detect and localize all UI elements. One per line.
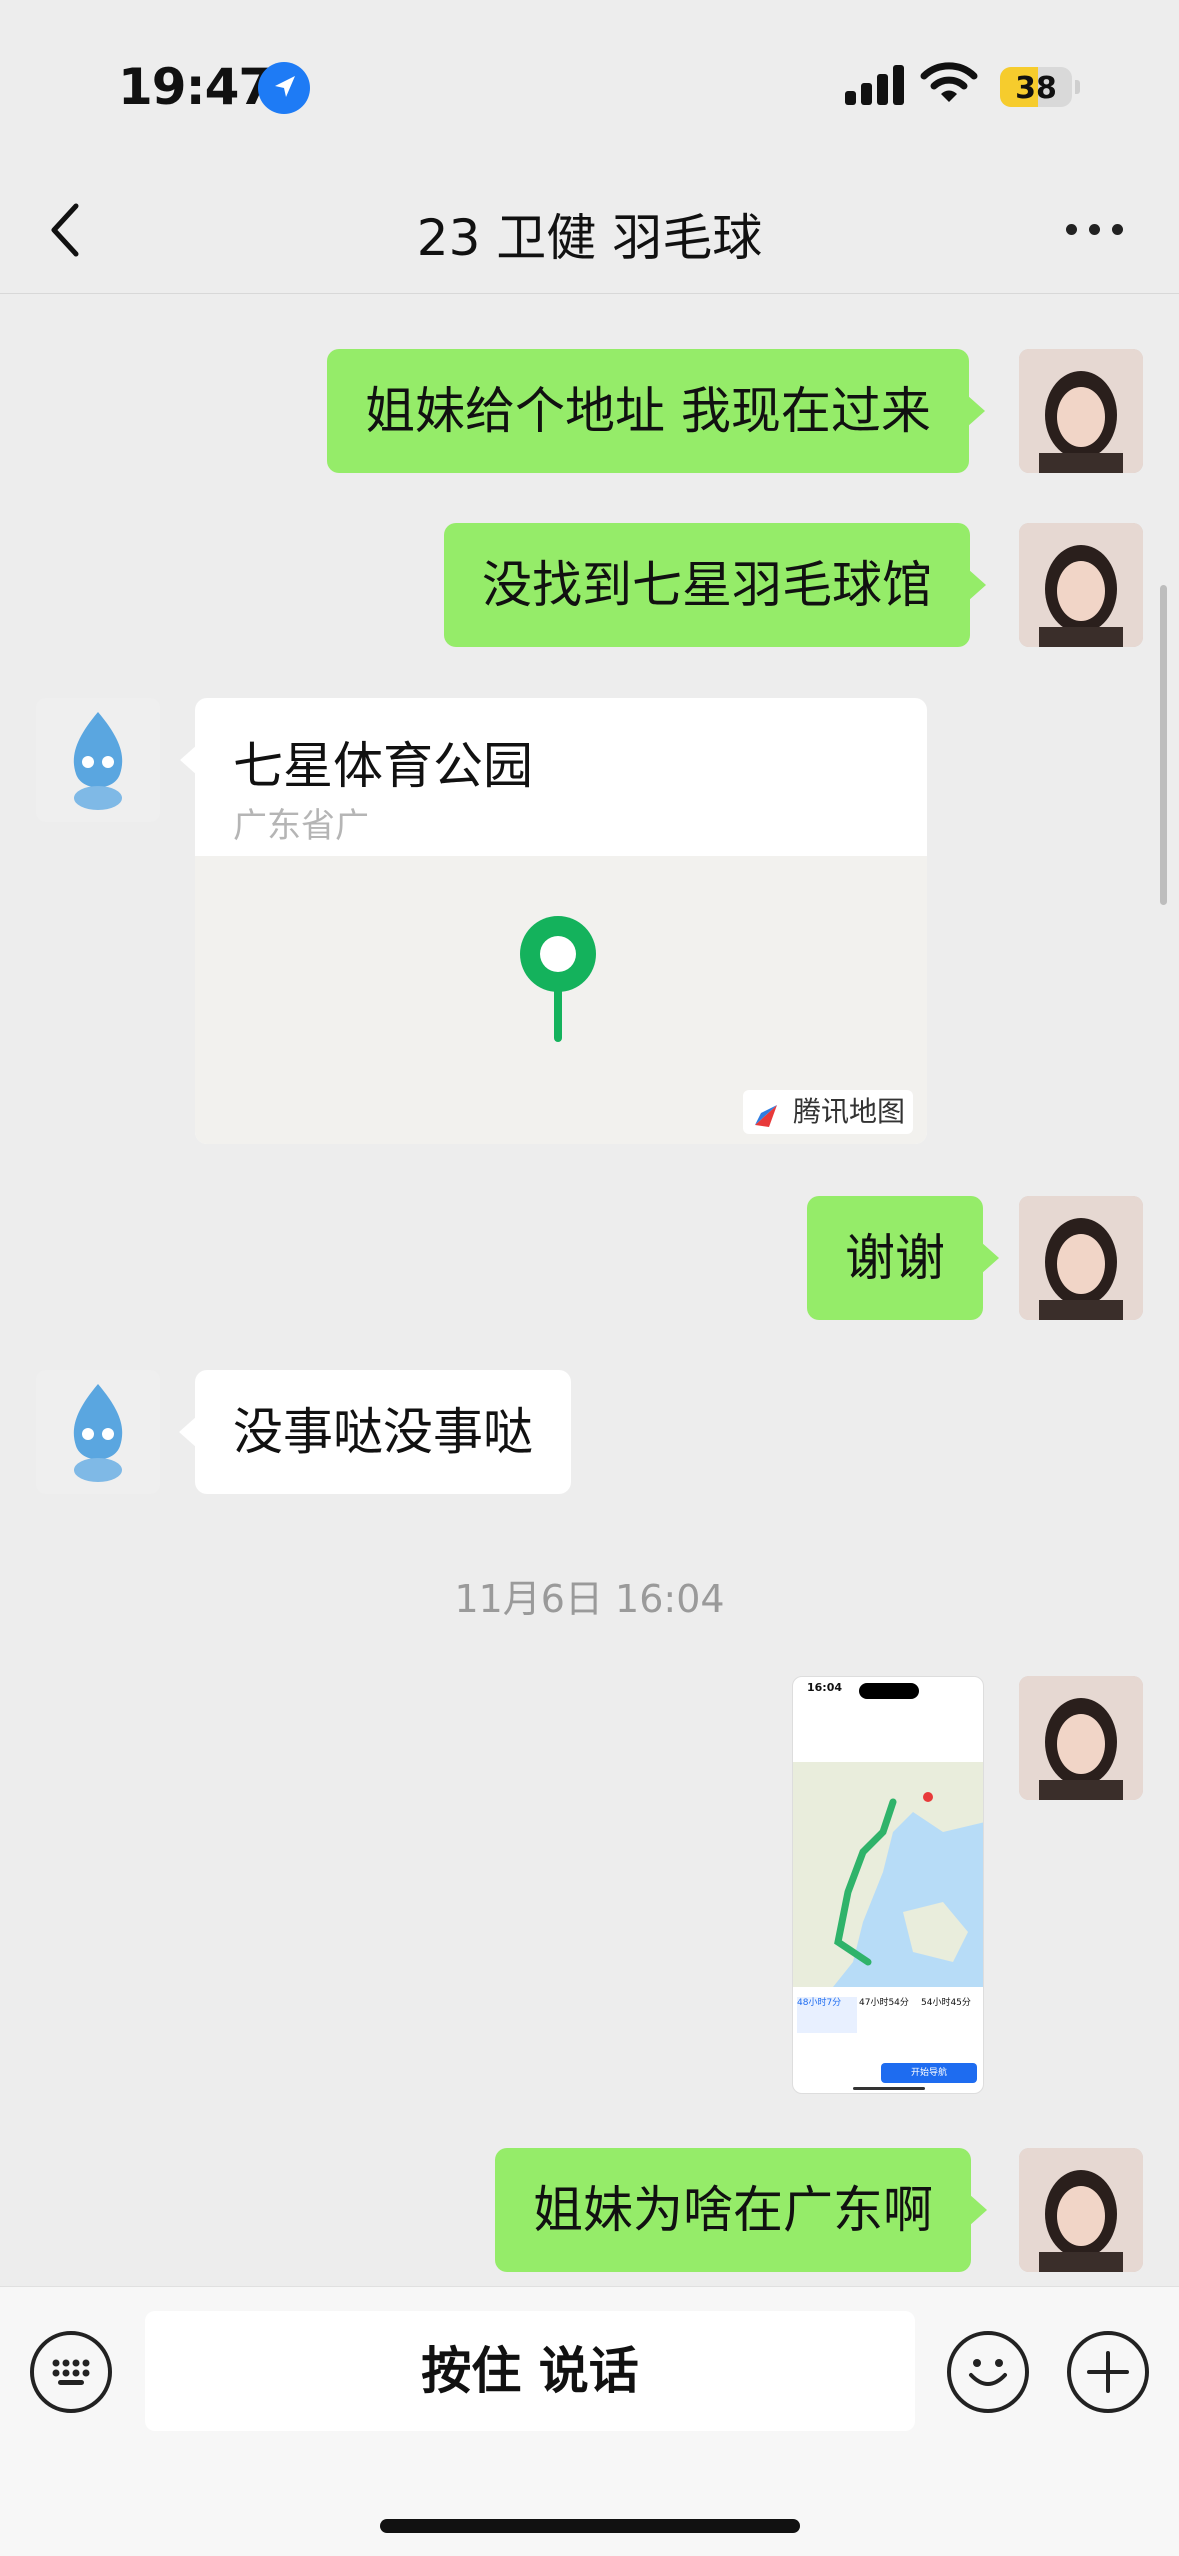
tencent-map-icon — [751, 1098, 781, 1127]
more-dots-icon — [1066, 224, 1077, 235]
start-navigation-button: 开始导航 — [881, 2063, 977, 2083]
emoji-button[interactable] — [947, 2331, 1029, 2413]
home-indicator — [380, 2519, 800, 2533]
keyboard-icon — [52, 2359, 90, 2385]
map-provider-label: 腾讯地图 — [792, 1095, 905, 1128]
route-option: 48小时7分 — [797, 1997, 857, 2033]
chat-title: 23 卫健 羽毛球 — [416, 209, 763, 267]
my-avatar[interactable] — [1019, 2148, 1143, 2272]
location-address: 广东省广 — [233, 806, 369, 846]
status-bar: 19:47 38 — [0, 0, 1179, 170]
contact-avatar[interactable] — [36, 1370, 160, 1494]
contact-avatar[interactable] — [36, 698, 160, 822]
keyboard-toggle-button[interactable] — [30, 2331, 112, 2413]
message-bubble[interactable]: 姐妹为啥在广东啊 — [495, 2148, 987, 2272]
my-avatar[interactable] — [1019, 1196, 1143, 1320]
cellular-signal-icon — [845, 65, 907, 105]
message-bubble[interactable]: 谢谢 — [807, 1196, 999, 1320]
location-name: 七星体育公园 — [233, 737, 533, 795]
my-avatar[interactable] — [1019, 349, 1143, 473]
battery-level: 38 — [1015, 71, 1057, 106]
message-bubble[interactable]: 没事哒没事哒 — [179, 1370, 571, 1494]
location-map-preview[interactable]: 腾讯地图 — [195, 856, 927, 1144]
route-option: 47小时54分 — [859, 1998, 909, 2008]
scrollbar[interactable] — [1160, 585, 1167, 905]
message-bubble[interactable]: 姐妹给个地址 我现在过来 — [327, 349, 985, 473]
battery-icon: 38 — [1000, 67, 1080, 107]
wifi-icon — [920, 60, 978, 106]
more-button[interactable] — [1062, 212, 1128, 246]
chat-header: 23 卫健 羽毛球 — [0, 170, 1179, 294]
my-avatar[interactable] — [1019, 1676, 1143, 1800]
map-pin-icon — [520, 916, 596, 1042]
location-arrow-icon — [258, 62, 310, 114]
screenshot-route-map — [793, 1762, 983, 1987]
plus-icon — [1087, 2351, 1129, 2393]
image-message-thumbnail[interactable]: 16:04 48小时7分 47小时54分 54小时45分 开始导航 — [792, 1676, 984, 2094]
screenshot-time: 16:04 — [807, 1681, 843, 1694]
status-time: 19:47 — [118, 58, 273, 116]
my-avatar[interactable] — [1019, 523, 1143, 647]
tencent-map-logo: 腾讯地图 — [742, 1090, 913, 1134]
more-functions-button[interactable] — [1067, 2331, 1149, 2413]
message-bubble[interactable]: 没找到七星羽毛球馆 — [444, 523, 986, 647]
route-option: 54小时45分 — [921, 1998, 971, 2008]
hold-to-talk-button[interactable]: 按住 说话 — [145, 2311, 915, 2431]
input-bar: 按住 说话 — [0, 2286, 1179, 2556]
message-timestamp: 11月6日 16:04 — [454, 1577, 725, 1621]
location-message-card[interactable]: 七星体育公园 广东省广 腾讯地图 — [195, 698, 927, 1144]
smiley-icon — [969, 2359, 1007, 2386]
